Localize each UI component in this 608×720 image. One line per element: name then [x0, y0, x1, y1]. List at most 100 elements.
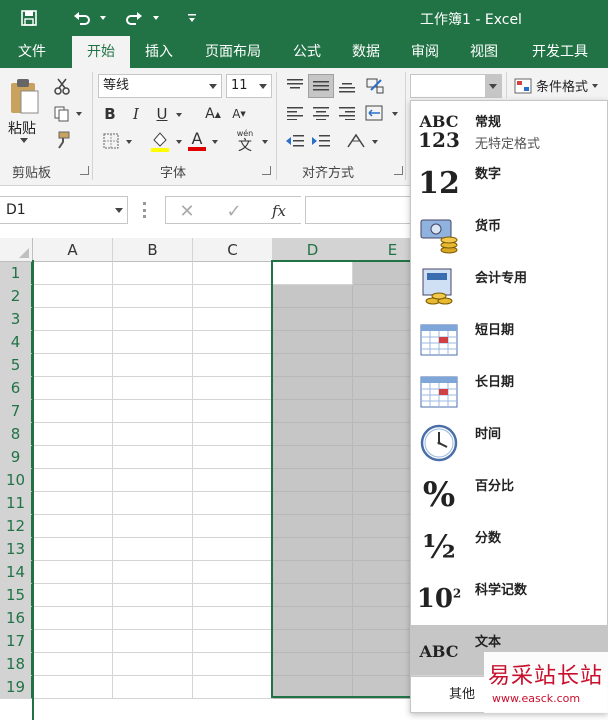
cell-a2[interactable] — [33, 285, 113, 308]
cell-c9[interactable] — [193, 446, 273, 469]
cell-a13[interactable] — [33, 538, 113, 561]
cell-b15[interactable] — [113, 584, 193, 607]
fill-color-dropdown-icon[interactable] — [176, 140, 182, 144]
tab-review[interactable]: 审阅 — [402, 36, 448, 68]
cell-c6[interactable] — [193, 377, 273, 400]
cell-b17[interactable] — [113, 630, 193, 653]
tab-data[interactable]: 数据 — [342, 36, 390, 68]
cell-b9[interactable] — [113, 446, 193, 469]
cell-a3[interactable] — [33, 308, 113, 331]
number-format-item-0[interactable]: ABC 123 常规 无特定格式 — [411, 105, 607, 157]
tab-view[interactable]: 视图 — [460, 36, 508, 68]
formula-input[interactable] — [305, 196, 415, 224]
cell-a17[interactable] — [33, 630, 113, 653]
cell-a15[interactable] — [33, 584, 113, 607]
cell-a5[interactable] — [33, 354, 113, 377]
row-header-17[interactable]: 17 — [0, 630, 33, 653]
increase-indent-icon[interactable] — [310, 130, 332, 152]
column-header-a[interactable]: A — [33, 238, 113, 262]
cell-b8[interactable] — [113, 423, 193, 446]
text-direction-dropdown-icon[interactable] — [372, 140, 378, 144]
cell-a12[interactable] — [33, 515, 113, 538]
number-format-item-4[interactable]: 短日期 — [411, 313, 607, 365]
cell-a14[interactable] — [33, 561, 113, 584]
cell-c13[interactable] — [193, 538, 273, 561]
cell-b4[interactable] — [113, 331, 193, 354]
row-header-7[interactable]: 7 — [0, 400, 33, 423]
row-header-8[interactable]: 8 — [0, 423, 33, 446]
cell-b11[interactable] — [113, 492, 193, 515]
orientation-icon[interactable] — [362, 74, 388, 98]
row-header-6[interactable]: 6 — [0, 377, 33, 400]
undo-icon[interactable] — [70, 7, 94, 29]
tab-formulas[interactable]: 公式 — [284, 36, 330, 68]
column-header-b[interactable]: B — [113, 238, 193, 262]
alignment-launcher-icon[interactable] — [394, 166, 403, 175]
row-header-14[interactable]: 14 — [0, 561, 33, 584]
align-center-icon[interactable] — [310, 102, 332, 124]
format-painter-icon[interactable] — [52, 130, 72, 150]
cell-c10[interactable] — [193, 469, 273, 492]
number-format-item-2[interactable]: 货币 — [411, 209, 607, 261]
cell-c1[interactable] — [193, 262, 273, 285]
phonetic-guide-button[interactable]: wén 文 — [232, 126, 258, 156]
cell-a10[interactable] — [33, 469, 113, 492]
number-format-item-7[interactable]: % 百分比 — [411, 469, 607, 521]
cell-c12[interactable] — [193, 515, 273, 538]
font-color-dropdown-icon[interactable] — [212, 140, 218, 144]
cell-b6[interactable] — [113, 377, 193, 400]
tab-insert[interactable]: 插入 — [136, 36, 182, 68]
borders-icon[interactable] — [100, 130, 122, 152]
number-format-item-3[interactable]: 会计专用 — [411, 261, 607, 313]
copy-icon[interactable] — [52, 104, 72, 124]
row-header-3[interactable]: 3 — [0, 308, 33, 331]
align-left-icon[interactable] — [284, 102, 306, 124]
row-header-18[interactable]: 18 — [0, 653, 33, 676]
font-launcher-icon[interactable] — [262, 166, 271, 175]
text-direction-icon[interactable] — [344, 130, 368, 152]
bold-button[interactable]: B — [100, 102, 120, 126]
wrap-text-icon[interactable] — [362, 102, 388, 124]
align-bottom-icon[interactable] — [336, 76, 358, 96]
conditional-formatting-button[interactable]: 条件格式 — [514, 76, 599, 95]
cell-c11[interactable] — [193, 492, 273, 515]
cell-b16[interactable] — [113, 607, 193, 630]
number-format-combobox[interactable] — [410, 74, 502, 98]
align-right-icon[interactable] — [336, 102, 358, 124]
cell-a18[interactable] — [33, 653, 113, 676]
clipboard-launcher-icon[interactable] — [80, 166, 89, 175]
cell-c5[interactable] — [193, 354, 273, 377]
redo-icon[interactable] — [122, 7, 146, 29]
cell-c18[interactable] — [193, 653, 273, 676]
row-header-10[interactable]: 10 — [0, 469, 33, 492]
cell-b19[interactable] — [113, 676, 193, 699]
cell-c3[interactable] — [193, 308, 273, 331]
number-format-item-9[interactable]: 102 科学记数 — [411, 573, 607, 625]
row-header-12[interactable]: 12 — [0, 515, 33, 538]
cut-icon[interactable] — [52, 76, 72, 96]
cell-a4[interactable] — [33, 331, 113, 354]
font-color-button[interactable]: A — [186, 128, 208, 154]
cell-b14[interactable] — [113, 561, 193, 584]
insert-function-button[interactable]: fx — [266, 200, 292, 222]
row-header-1[interactable]: 1 — [0, 262, 33, 285]
row-header-11[interactable]: 11 — [0, 492, 33, 515]
cell-b18[interactable] — [113, 653, 193, 676]
save-icon[interactable] — [18, 7, 40, 29]
fill-color-icon[interactable] — [148, 128, 172, 154]
cell-c16[interactable] — [193, 607, 273, 630]
cell-b5[interactable] — [113, 354, 193, 377]
borders-dropdown-icon[interactable] — [126, 140, 132, 144]
cell-b7[interactable] — [113, 400, 193, 423]
shrink-font-button[interactable]: A ▼ — [230, 102, 248, 126]
number-format-item-6[interactable]: 时间 — [411, 417, 607, 469]
align-top-icon[interactable] — [284, 76, 306, 96]
cell-c2[interactable] — [193, 285, 273, 308]
number-format-item-8[interactable]: ½ 分数 — [411, 521, 607, 573]
cell-b3[interactable] — [113, 308, 193, 331]
paste-icon[interactable] — [6, 76, 42, 116]
font-name-combobox[interactable]: 等线 — [98, 74, 222, 98]
tab-file[interactable]: 文件 — [8, 36, 56, 68]
customize-qat-icon[interactable] — [186, 7, 198, 29]
underline-button[interactable]: U — [152, 102, 172, 126]
